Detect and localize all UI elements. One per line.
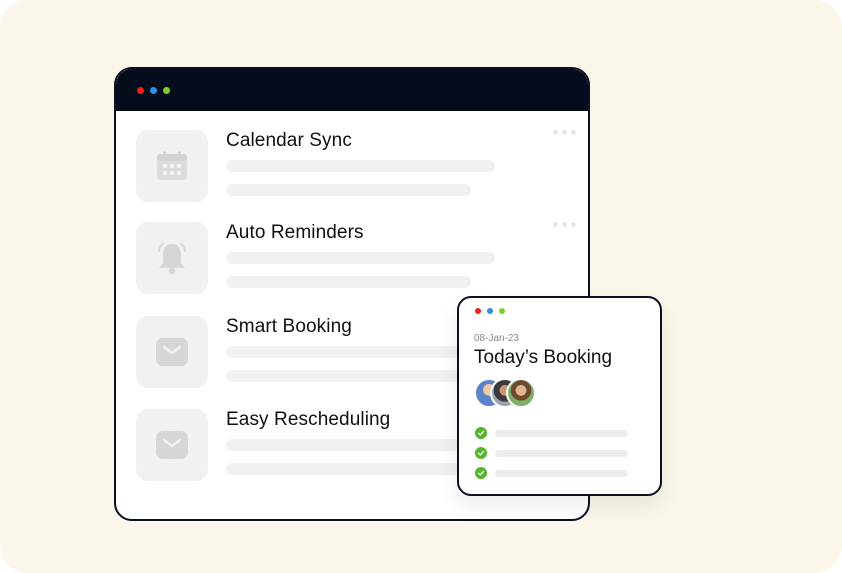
placeholder-bar — [495, 430, 628, 437]
avatar[interactable] — [506, 378, 536, 408]
maximize-dot[interactable] — [163, 86, 170, 94]
more-options-icon[interactable] — [553, 222, 576, 227]
placeholder-bar — [226, 252, 495, 264]
mail-icon — [156, 338, 188, 366]
card-window-controls — [475, 308, 505, 314]
feature-title: Easy Rescheduling — [226, 409, 391, 430]
close-dot[interactable] — [137, 86, 144, 94]
window-titlebar — [116, 69, 588, 111]
booking-date: 08-Jan-23 — [474, 333, 520, 344]
feature-icon-tile — [136, 409, 208, 481]
bell-icon — [158, 243, 186, 275]
placeholder-bar — [226, 346, 495, 358]
more-options-icon[interactable] — [553, 130, 576, 135]
feature-item-calendar-sync[interactable]: Calendar Sync — [136, 130, 576, 202]
check-icon — [475, 467, 487, 479]
minimize-dot[interactable] — [150, 86, 157, 94]
check-icon — [475, 427, 487, 439]
maximize-dot[interactable] — [499, 308, 505, 314]
placeholder-bar — [495, 450, 628, 457]
placeholder-bar — [226, 160, 495, 172]
feature-icon-tile — [136, 222, 208, 294]
placeholder-bar — [495, 470, 628, 477]
calendar-icon — [157, 151, 187, 180]
placeholder-bar — [226, 276, 471, 288]
mail-icon — [156, 431, 188, 459]
feature-title: Calendar Sync — [226, 130, 352, 151]
feature-icon-tile — [136, 316, 208, 388]
placeholder-bar — [226, 439, 495, 451]
feature-item-auto-reminders[interactable]: Auto Reminders — [136, 222, 576, 294]
placeholder-bar — [226, 370, 471, 382]
minimize-dot[interactable] — [487, 308, 493, 314]
feature-title: Smart Booking — [226, 316, 352, 337]
booking-title: Today’s Booking — [474, 347, 613, 368]
placeholder-bar — [226, 184, 471, 196]
close-dot[interactable] — [475, 308, 481, 314]
booking-card[interactable]: 08-Jan-23 Today’s Booking — [457, 296, 662, 496]
feature-title: Auto Reminders — [226, 222, 364, 243]
placeholder-bar — [226, 463, 471, 475]
feature-icon-tile — [136, 130, 208, 202]
check-icon — [475, 447, 487, 459]
